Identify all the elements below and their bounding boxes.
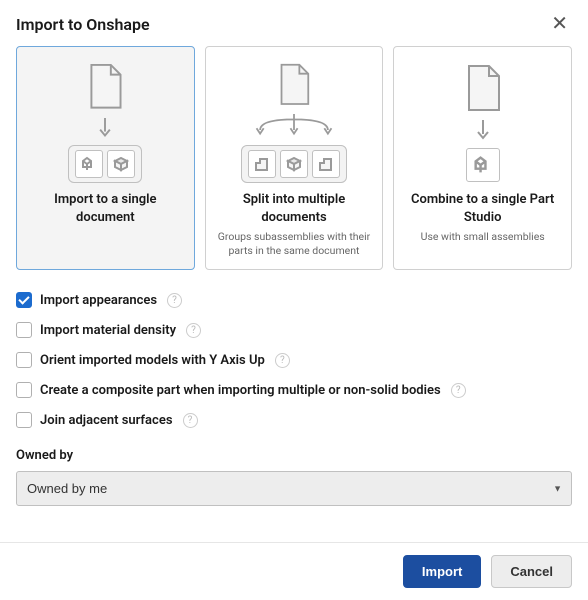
dialog-header: Import to Onshape ✕ (0, 0, 588, 46)
checkbox-yaxis[interactable] (16, 352, 32, 368)
import-mode-group: Import to a single document (16, 46, 572, 270)
owned-by-select[interactable]: Owned by me (16, 471, 572, 506)
checkbox-appearances[interactable] (16, 292, 32, 308)
check-join-surfaces[interactable]: Join adjacent surfaces ? (16, 412, 572, 428)
check-label: Import material density (40, 323, 176, 338)
mode-title: Split into multiple documents (214, 191, 375, 226)
owned-by-select-wrap: Owned by me (16, 471, 572, 506)
mode-combine-part-studio-icon (463, 63, 503, 183)
mode-subtitle: Use with small assemblies (421, 230, 545, 244)
check-import-appearances[interactable]: Import appearances ? (16, 292, 572, 308)
owned-by-section: Owned by Owned by me (16, 448, 572, 506)
mode-split-documents[interactable]: Split into multiple documents Groups sub… (205, 46, 384, 270)
check-y-axis-up[interactable]: Orient imported models with Y Axis Up ? (16, 352, 572, 368)
mode-combine-part-studio[interactable]: Combine to a single Part Studio Use with… (393, 46, 572, 270)
help-icon[interactable]: ? (183, 413, 198, 428)
mode-split-documents-icon (239, 63, 349, 183)
close-icon: ✕ (551, 13, 568, 35)
import-button[interactable]: Import (403, 555, 481, 588)
check-import-density[interactable]: Import material density ? (16, 322, 572, 338)
owned-by-label: Owned by (16, 448, 572, 463)
help-icon[interactable]: ? (167, 293, 182, 308)
dialog-footer: Import Cancel (0, 542, 588, 600)
mode-subtitle: Groups subassemblies with their parts in… (214, 230, 375, 257)
check-label: Orient imported models with Y Axis Up (40, 353, 265, 368)
dialog-body: Import to a single document (0, 46, 588, 542)
checkbox-composite[interactable] (16, 382, 32, 398)
check-label: Join adjacent surfaces (40, 413, 173, 428)
mode-single-document-icon (68, 63, 142, 183)
help-icon[interactable]: ? (451, 383, 466, 398)
dialog-title: Import to Onshape (16, 15, 150, 34)
help-icon[interactable]: ? (275, 353, 290, 368)
mode-title: Import to a single document (25, 191, 186, 226)
checkbox-density[interactable] (16, 322, 32, 338)
import-dialog: Import to Onshape ✕ (0, 0, 588, 600)
close-button[interactable]: ✕ (547, 14, 572, 34)
checkbox-join[interactable] (16, 412, 32, 428)
cancel-button[interactable]: Cancel (491, 555, 572, 588)
check-label: Create a composite part when importing m… (40, 383, 441, 398)
check-composite-part[interactable]: Create a composite part when importing m… (16, 382, 572, 398)
help-icon[interactable]: ? (186, 323, 201, 338)
mode-single-document[interactable]: Import to a single document (16, 46, 195, 270)
mode-title: Combine to a single Part Studio (402, 191, 563, 226)
import-options: Import appearances ? Import material den… (16, 292, 572, 428)
check-label: Import appearances (40, 293, 157, 308)
